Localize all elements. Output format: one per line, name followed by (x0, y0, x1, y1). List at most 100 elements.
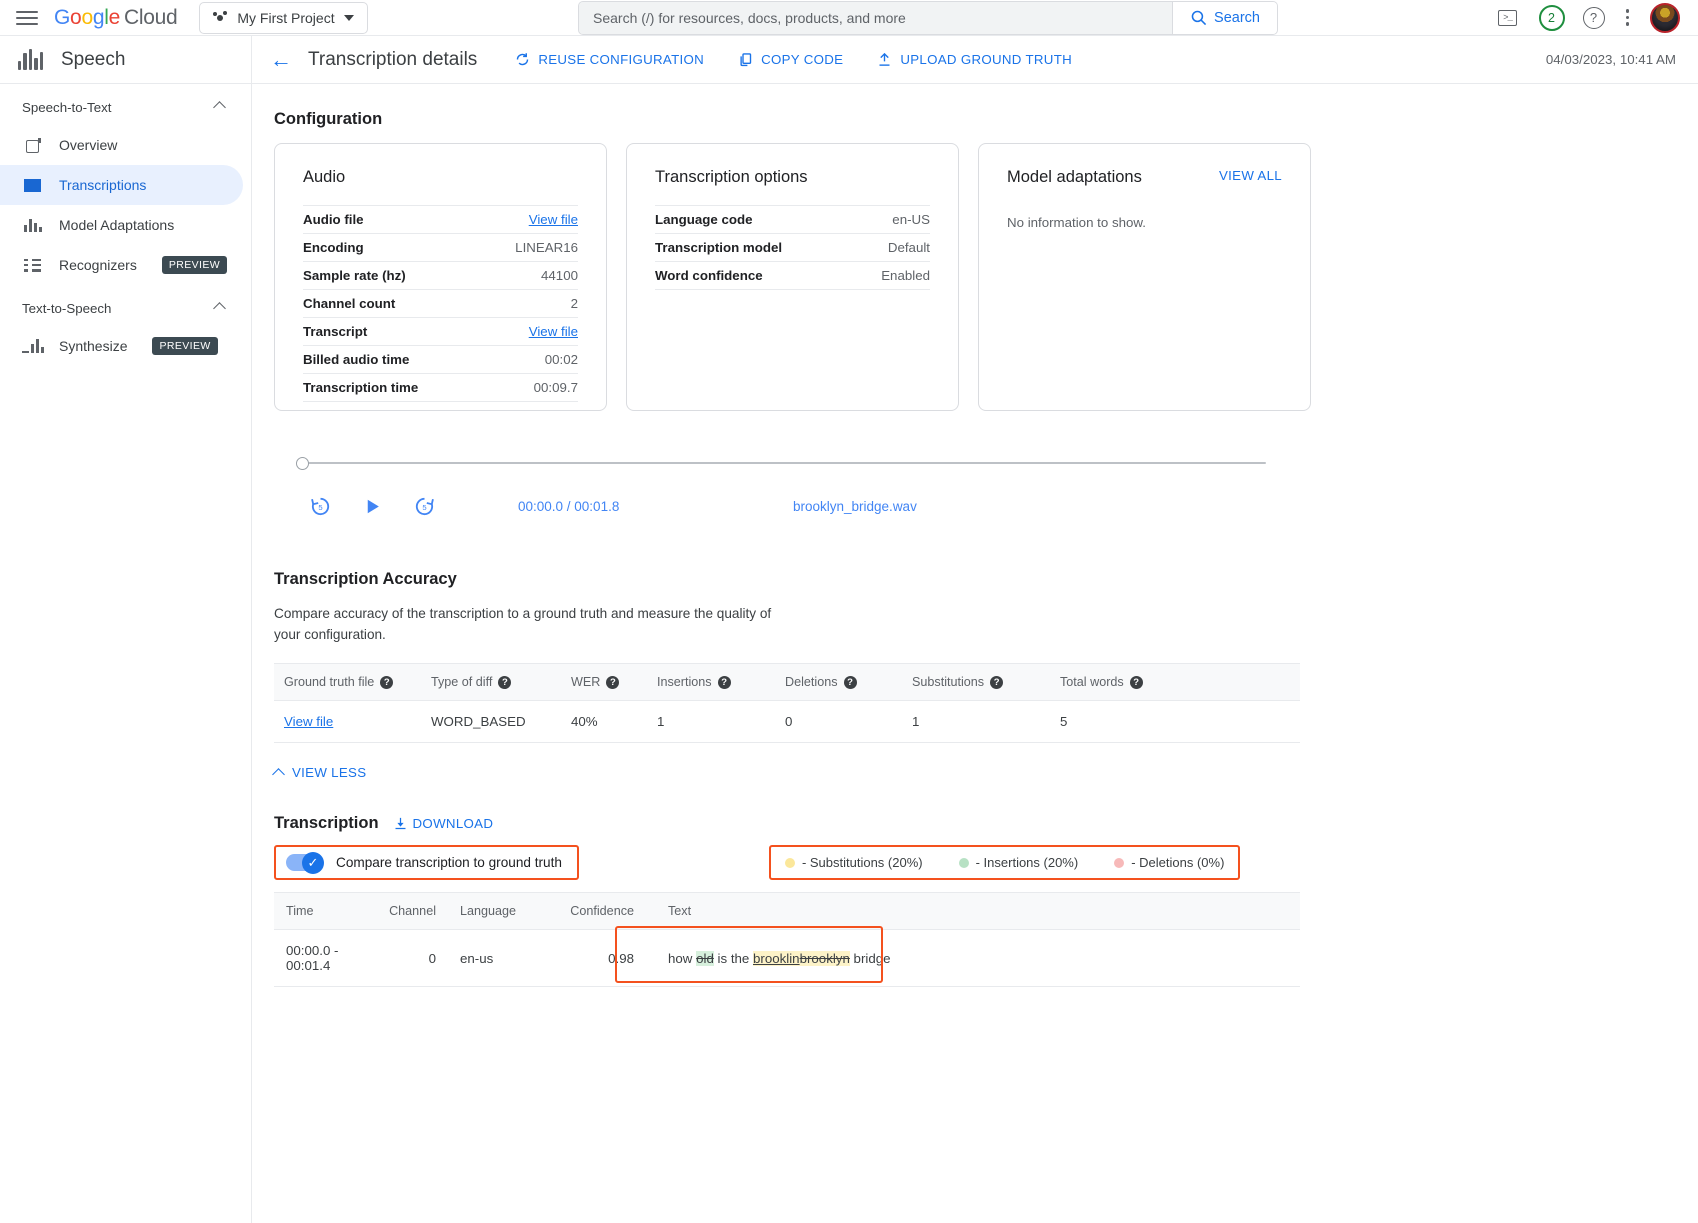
logo-letter-e: e (109, 6, 120, 29)
sidebar-item-recognizers[interactable]: Recognizers PREVIEW (0, 245, 243, 285)
notifications-button[interactable]: 2 (1539, 5, 1565, 31)
help-tooltip-icon[interactable]: ? (606, 676, 619, 689)
audio-file-view-link[interactable]: View file (529, 212, 578, 227)
diff-segment-plain: bridge (850, 951, 891, 966)
playback-progress-track[interactable] (296, 455, 1266, 471)
row-value: Default (854, 234, 930, 262)
view-less-label: VIEW LESS (292, 765, 366, 780)
transcript-view-link[interactable]: View file (529, 324, 578, 339)
play-button[interactable] (346, 497, 398, 516)
row-key: Transcript (303, 318, 481, 346)
legend-label: - Insertions (20%) (976, 855, 1079, 870)
sidebar-item-model-adaptations[interactable]: Model Adaptations (0, 205, 243, 245)
help-tooltip-icon[interactable]: ? (990, 676, 1003, 689)
audio-file-name-link[interactable]: brooklyn_bridge.wav (793, 499, 917, 514)
help-tooltip-icon[interactable]: ? (1130, 676, 1143, 689)
copy-code-button[interactable]: COPY CODE (738, 52, 843, 67)
sidebar-group-label: Text-to-Speech (11, 301, 111, 316)
logo-letter-o2: o (81, 6, 92, 29)
global-search[interactable]: Search (578, 1, 1278, 35)
content-scroll-area[interactable]: Configuration Audio Audio file View file (252, 84, 1698, 1223)
back-arrow-icon[interactable]: ← (270, 47, 300, 73)
cell-wer: 40% (561, 701, 647, 743)
compare-transcription-toggle[interactable]: ✓ Compare transcription to ground truth (276, 847, 577, 878)
view-less-button[interactable]: VIEW LESS (274, 765, 1312, 780)
col-confidence: Confidence (540, 893, 646, 930)
project-selector[interactable]: My First Project (199, 2, 367, 34)
chevron-up-icon (272, 768, 285, 781)
col-insertions: Insertions? (647, 664, 775, 701)
sidebar-product-title: Speech (61, 49, 125, 71)
more-options-icon[interactable] (1623, 6, 1633, 29)
cloud-shell-button[interactable]: >_ (1495, 5, 1521, 31)
cell-confidence: 0.98 (540, 930, 646, 987)
help-tooltip-icon[interactable]: ? (498, 676, 511, 689)
legend-label: - Substitutions (20%) (802, 855, 923, 870)
col-total-words: Total words? (1050, 664, 1300, 701)
help-tooltip-icon[interactable]: ? (718, 676, 731, 689)
diff-segment-insertion: old (696, 951, 714, 966)
replay-5-button[interactable]: 5 (294, 495, 346, 518)
sidebar-item-synthesize[interactable]: Synthesize PREVIEW (0, 326, 243, 366)
search-button-label: Search (1214, 10, 1260, 26)
page-header: ← Transcription details REUSE CONFIGURAT… (252, 36, 1698, 84)
sidebar-item-overview[interactable]: Overview (0, 125, 243, 165)
accuracy-table: Ground truth file? Type of diff? WER? In… (274, 663, 1300, 743)
download-button[interactable]: DOWNLOAD (393, 816, 494, 831)
terminal-icon: >_ (1498, 10, 1517, 26)
table-row: Language code en-US (655, 206, 930, 234)
forward-5-icon: 5 (413, 495, 436, 518)
topbar-actions: >_ 2 ? (1495, 3, 1685, 33)
help-tooltip-icon[interactable]: ? (844, 676, 857, 689)
legend-item-deletions: - Deletions (0%) (1114, 855, 1224, 870)
row-value: Enabled (854, 262, 930, 290)
cell-text-diff: how old is the brooklinbrooklyn bridge (646, 930, 1300, 987)
preview-badge: PREVIEW (152, 337, 217, 355)
bar-chart-icon (22, 215, 43, 236)
legend-label: - Deletions (0%) (1131, 855, 1224, 870)
recognizer-icon (22, 255, 43, 276)
download-icon (393, 816, 408, 831)
forward-5-button[interactable]: 5 (398, 495, 450, 518)
table-header-row: Time Channel Language Confidence Text (274, 893, 1300, 930)
ground-truth-view-link[interactable]: View file (284, 714, 333, 729)
table-row: Billed audio time 00:02 (303, 346, 578, 374)
deletions-color-dot (1114, 858, 1124, 868)
cell-language: en-us (448, 930, 540, 987)
reuse-configuration-button[interactable]: REUSE CONFIGURATION (515, 52, 704, 67)
transcription-section-title: Transcription (274, 814, 379, 833)
svg-text:5: 5 (318, 503, 322, 512)
sidebar-product-header: Speech (0, 36, 251, 84)
insertions-color-dot (959, 858, 969, 868)
progress-handle[interactable] (296, 457, 309, 470)
table-row: Encoding LINEAR16 (303, 234, 578, 262)
transcription-accuracy-section: Transcription Accuracy Compare accuracy … (274, 570, 1312, 780)
row-value: 2 (481, 290, 578, 318)
help-icon[interactable]: ? (1583, 7, 1605, 29)
hamburger-menu-icon[interactable] (14, 5, 40, 31)
waveform-icon (22, 336, 43, 357)
row-key: Channel count (303, 290, 481, 318)
model-adaptations-card-title: Model adaptations (1007, 168, 1142, 187)
cell-type-of-diff: WORD_BASED (421, 701, 561, 743)
sidebar-group-text-to-speech[interactable]: Text-to-Speech (0, 285, 251, 326)
toggle-switch[interactable]: ✓ (286, 854, 322, 871)
google-cloud-logo[interactable]: GoogleCloud (54, 6, 177, 30)
sidebar-group-speech-to-text[interactable]: Speech-to-Text (0, 84, 251, 125)
sidebar-item-transcriptions[interactable]: Transcriptions (0, 165, 243, 205)
logo-letter-g: G (54, 6, 70, 29)
help-tooltip-icon[interactable]: ? (380, 676, 393, 689)
search-button[interactable]: Search (1172, 2, 1277, 34)
row-key: Billed audio time (303, 346, 481, 374)
upload-icon (877, 52, 892, 67)
upload-ground-truth-button[interactable]: UPLOAD GROUND TRUTH (877, 52, 1072, 67)
user-avatar[interactable] (1650, 3, 1680, 33)
diff-segment-plain: is the (714, 951, 753, 966)
upload-ground-truth-label: UPLOAD GROUND TRUTH (900, 52, 1072, 67)
table-row: View file WORD_BASED 40% 1 0 1 5 (274, 701, 1300, 743)
transcription-options-card: Transcription options Language code en-U… (626, 143, 959, 411)
search-input[interactable] (579, 2, 1172, 34)
view-all-button[interactable]: VIEW ALL (1219, 168, 1282, 183)
transcription-table: Time Channel Language Confidence Text 00… (274, 892, 1300, 987)
reuse-configuration-label: REUSE CONFIGURATION (538, 52, 704, 67)
